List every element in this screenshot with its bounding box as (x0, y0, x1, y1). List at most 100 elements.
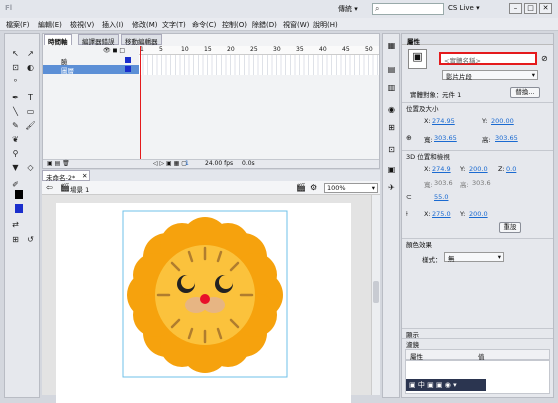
layer-toggle-icons[interactable]: 👁 ◼ □ (103, 47, 125, 54)
text-tool-icon[interactable]: T (24, 92, 37, 103)
help-icon[interactable]: ⊘ (541, 54, 548, 63)
new-layer-icon[interactable]: ▣ ▤ 🗑 (47, 160, 70, 167)
layer-row-selected[interactable]: 圖層 (43, 65, 139, 75)
line-tool-icon[interactable]: ╲ (9, 106, 22, 117)
info-icon[interactable]: ▦ (386, 40, 397, 51)
snap-icon[interactable]: ⊞ (9, 234, 22, 245)
edit-scene-icon[interactable]: 🎬 (296, 183, 306, 192)
menu-control[interactable]: 控制(O) (222, 20, 247, 30)
frame-grid[interactable] (139, 55, 379, 75)
scene-name[interactable]: 場景 1 (70, 184, 89, 194)
display-section[interactable]: 顯示 (402, 328, 553, 339)
width-value[interactable]: 303.65 (434, 134, 457, 142)
eyedropper-tool-icon[interactable]: ✐ (9, 179, 22, 190)
edit-symbol-icon[interactable]: ⚙ (310, 183, 317, 192)
selection-tool-icon[interactable]: ↖ (9, 48, 22, 59)
tab-timeline[interactable]: 時間軸 (44, 34, 72, 46)
timeline-status-bar: ▣ ▤ 🗑 ◁ ▷ ▣ ▦ ▢ 1 24.00 fps 0.0s (43, 159, 379, 168)
tab-compiler-errors[interactable]: 編譯器錯誤 (78, 34, 119, 46)
menu-modify[interactable]: 修改(M) (132, 20, 158, 30)
color-icon[interactable]: ◉ (386, 104, 397, 115)
reset-button[interactable]: 重設 (499, 222, 521, 233)
vx-value[interactable]: 275.0 (432, 210, 451, 218)
eraser-tool-icon[interactable]: ◇ (24, 162, 37, 173)
layer-row[interactable]: 臉 (43, 56, 139, 66)
vertical-scrollbar[interactable] (371, 195, 380, 395)
x3d-value[interactable]: 274.9 (432, 165, 451, 173)
lock-icon[interactable]: ⊕ (406, 134, 412, 142)
code-snippets-icon[interactable]: ▣ (386, 164, 397, 175)
swatches-icon[interactable]: ▤ (386, 64, 397, 75)
smooth-icon[interactable]: ↺ (24, 234, 37, 245)
workspace-switcher[interactable]: 傳統 ▾ (338, 4, 358, 14)
document-tab[interactable]: 未命名-2* ✕ (42, 170, 90, 182)
stroke-color-icon[interactable] (9, 190, 23, 200)
color-effect-section[interactable]: 顏色效果 (402, 238, 553, 249)
paint-bucket-tool-icon[interactable]: ▼ (9, 162, 22, 173)
current-frame: 1 (185, 160, 189, 167)
zoom-select[interactable]: 100% ▾ (324, 183, 378, 193)
menu-edit[interactable]: 編輯(E) (38, 20, 62, 30)
vy-value[interactable]: 200.0 (469, 210, 488, 218)
menu-help[interactable]: 說明(H) (313, 20, 338, 30)
playhead[interactable] (140, 46, 141, 159)
position-size-section[interactable]: 位置及大小 (402, 102, 553, 113)
filter-toolbar[interactable]: ▣ 中 ▣ ▣ ◉ ▾ (406, 379, 486, 391)
deco-tool-icon[interactable]: ❦ (9, 134, 22, 145)
lion-illustration[interactable] (56, 203, 351, 403)
3d-position-section[interactable]: 3D 位置和檢視 (402, 150, 553, 161)
zoom-value: 100% (327, 184, 346, 192)
z3d-value[interactable]: 0.0 (506, 165, 516, 173)
menu-insert[interactable]: 插入(I) (102, 20, 124, 30)
align-icon[interactable]: ⊞ (386, 122, 397, 133)
subselection-tool-icon[interactable]: ↗ (24, 48, 37, 59)
library-icon[interactable]: ▥ (386, 82, 397, 93)
properties-title[interactable]: 屬性 (407, 36, 420, 46)
menu-window[interactable]: 視窗(W) (283, 20, 309, 30)
menu-debug[interactable]: 除錯(D) (252, 20, 277, 30)
close-tab-icon[interactable]: ✕ (82, 172, 87, 180)
frame-ruler[interactable]: 1 5 10 15 20 25 30 35 40 45 50 (139, 46, 379, 55)
vy-label: Y: (460, 210, 466, 218)
gradient-tool-icon[interactable]: ◐ (24, 62, 37, 73)
bone-tool-icon[interactable]: ⚲ (9, 148, 22, 159)
y-value[interactable]: 200.00 (491, 117, 514, 125)
menu-text[interactable]: 文字(T) (162, 20, 186, 30)
brush-tool-icon[interactable]: 🖌 (24, 120, 37, 131)
back-arrow-icon[interactable]: ⇦ (46, 183, 53, 192)
instance-name-input[interactable]: <實體名稱> (439, 52, 537, 65)
swap-colors-icon[interactable]: ⇄ (9, 219, 22, 230)
menu-view[interactable]: 檢視(V) (70, 20, 94, 30)
free-transform-tool-icon[interactable]: ⊡ (9, 62, 22, 73)
onion-skin-icons[interactable]: ◁ ▷ ▣ ▦ ▢ (153, 160, 187, 167)
style-select[interactable]: 無 ▾ (444, 252, 504, 263)
swap-button[interactable]: 替換... (510, 87, 540, 98)
lasso-tool-icon[interactable]: ᵒ (9, 76, 22, 87)
w3d-label: 寬: (424, 181, 433, 189)
rectangle-tool-icon[interactable]: ▭ (24, 106, 37, 117)
transform-icon[interactable]: ⊡ (386, 144, 397, 155)
x-value[interactable]: 274.95 (432, 117, 455, 125)
height-value[interactable]: 303.65 (495, 134, 518, 142)
search-input[interactable]: ⌕ (372, 3, 444, 15)
field-of-view-value[interactable]: 55.0 (434, 193, 448, 201)
pencil-tool-icon[interactable]: ✎ (9, 120, 22, 131)
menu-commands[interactable]: 命令(C) (192, 20, 216, 30)
vx-label: X: (424, 210, 431, 218)
symbol-type-select[interactable]: 影片片段 ▾ (442, 70, 538, 81)
y3d-value[interactable]: 200.0 (469, 165, 488, 173)
pen-tool-icon[interactable]: ✒ (9, 92, 22, 103)
scrollbar-thumb[interactable] (373, 281, 379, 303)
stage-area[interactable] (42, 195, 371, 403)
menu-file[interactable]: 檔案(F) (6, 20, 30, 30)
minimize-button[interactable]: – (509, 3, 522, 14)
close-button[interactable]: ✕ (539, 3, 552, 14)
cs-live-button[interactable]: CS Live ▾ (448, 4, 480, 12)
tab-motion-editor[interactable]: 移動編輯器 (121, 34, 162, 46)
filters-section[interactable]: 濾鏡 (402, 338, 553, 349)
frame-rate[interactable]: 24.00 fps (205, 160, 233, 167)
stage-canvas[interactable] (56, 203, 351, 403)
components-icon[interactable]: ✈ (386, 182, 397, 193)
maximize-button[interactable]: □ (524, 3, 537, 14)
fill-color-icon[interactable] (9, 204, 23, 215)
